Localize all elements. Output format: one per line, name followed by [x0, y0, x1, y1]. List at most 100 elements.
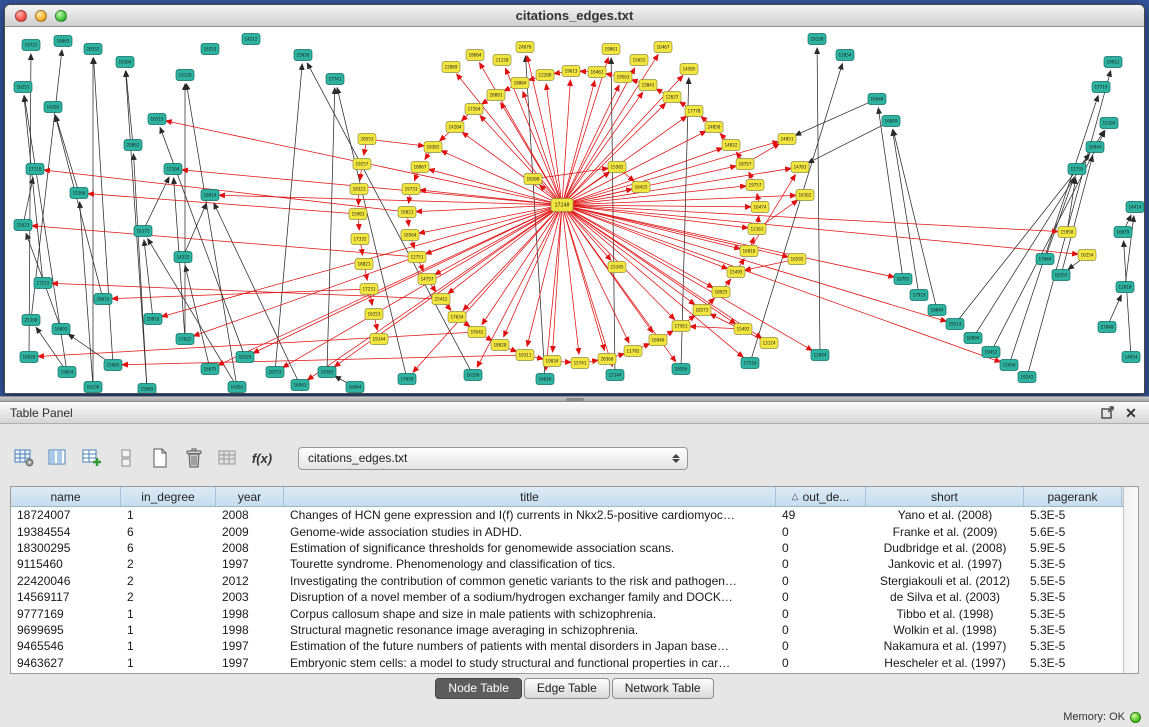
graph-node[interactable]: 25160 [22, 315, 40, 326]
graph-node[interactable]: 15652 [630, 55, 648, 66]
graph-node[interactable]: 18021 [355, 259, 373, 270]
graph-node[interactable]: 19725 [22, 40, 40, 51]
graph-node[interactable]: 17116 [26, 164, 44, 175]
graph-node[interactable]: 16849 [882, 116, 900, 127]
graph-node[interactable]: 19648 [868, 94, 886, 105]
column-header-pagerank[interactable]: pagerank [1024, 487, 1122, 506]
graph-node[interactable]: 18302 [424, 142, 442, 153]
tab-edge-table[interactable]: Edge Table [524, 678, 610, 699]
graph-node[interactable]: 19912 [1104, 57, 1122, 68]
table-row[interactable]: 977716911998Corpus callosum shape and si… [11, 605, 1123, 621]
graph-node[interactable]: 16014 [201, 190, 219, 201]
graph-node[interactable]: 17044 [1036, 254, 1054, 265]
graph-node[interactable]: 19034 [543, 356, 561, 367]
graph-node[interactable]: 21220 [493, 55, 511, 66]
table-row[interactable]: 1830029562008Estimation of significance … [11, 540, 1123, 556]
column-header-title[interactable]: title [284, 487, 776, 506]
graph-node[interactable]: 18920 [20, 352, 38, 363]
graph-node[interactable]: 18326 [236, 352, 254, 363]
graph-node[interactable]: 20360 [598, 354, 616, 365]
graph-node[interactable]: 14212 [242, 34, 260, 45]
graph-node[interactable]: 19816 [144, 314, 162, 325]
graph-node[interactable]: 18757 [736, 159, 754, 170]
graph-node[interactable]: 20062 [124, 140, 142, 151]
graph-node[interactable]: 11782 [624, 346, 642, 357]
graph-node[interactable]: 12751 [408, 252, 426, 263]
create-column-icon[interactable] [78, 445, 106, 471]
graph-node[interactable]: 17040 [1098, 322, 1116, 333]
graph-node[interactable]: 17919 [910, 290, 928, 301]
graph-node[interactable]: 16791 [894, 274, 912, 285]
graph-node[interactable]: 15582 [608, 162, 626, 173]
graph-node[interactable]: 15958 [1058, 227, 1076, 238]
graph-node[interactable]: 17264 [465, 104, 483, 115]
graph-node[interactable]: 19563 [614, 72, 632, 83]
graph-node[interactable]: 16865 [54, 36, 72, 47]
graph-node[interactable]: 14414 [1126, 202, 1144, 213]
table-row[interactable]: 2242004622012Investigating the contribut… [11, 573, 1123, 589]
graph-node[interactable]: 17778 [685, 106, 703, 117]
graph-node[interactable]: 17332 [351, 234, 369, 245]
graph-node[interactable]: 19514 [946, 319, 964, 330]
graph-node[interactable]: 18020 [491, 340, 509, 351]
graph-node[interactable]: 14954 [1122, 352, 1140, 363]
graph-node[interactable]: 12104 [164, 164, 182, 175]
graph-node[interactable]: 16254 [1078, 250, 1096, 261]
graph-node[interactable]: 16253 [365, 309, 383, 320]
graph-node[interactable]: 24851 [778, 134, 796, 145]
graph-node[interactable]: 12010 [1116, 282, 1134, 293]
graph-node[interactable]: 16156 [464, 370, 482, 381]
graph-node[interactable]: 16675 [201, 364, 219, 375]
network-canvas[interactable]: 1724018302189671973316021185641275114757… [5, 27, 1144, 393]
table-row[interactable]: 1872400712008Changes of HCN gene express… [11, 507, 1123, 523]
new-document-icon[interactable] [146, 445, 174, 471]
graph-node[interactable]: 16253 [201, 44, 219, 55]
graph-node[interactable]: 12637 [663, 92, 681, 103]
graph-node[interactable]: 16425 [632, 182, 650, 193]
graph-node[interactable]: 18273 [693, 305, 711, 316]
graph-node[interactable]: 17215 [34, 278, 52, 289]
graph-node[interactable]: 14505 [680, 64, 698, 75]
graph-node[interactable]: 12208 [536, 70, 554, 81]
graph-node[interactable]: 17240 [551, 199, 573, 212]
window-titlebar[interactable]: citations_edges.txt [5, 5, 1144, 27]
graph-node[interactable]: 16462 [588, 67, 606, 78]
graph-node[interactable]: 16021 [398, 207, 416, 218]
delete-icon[interactable] [180, 445, 208, 471]
graph-node[interactable]: 15623 [14, 220, 32, 231]
column-header-year[interactable]: year [216, 487, 284, 506]
graph-node[interactable]: 16035 [1114, 227, 1132, 238]
graph-node[interactable]: 19061 [602, 44, 620, 55]
graph-node[interactable]: 16944 [1086, 142, 1104, 153]
graph-node[interactable]: 15905 [138, 384, 156, 394]
network-graph[interactable]: 1724018302189671973316021185641275114757… [5, 27, 1144, 393]
graph-node[interactable]: 15054 [58, 367, 76, 378]
graph-node[interactable]: 12735 [1068, 164, 1086, 175]
graph-node[interactable]: 14261 [228, 382, 246, 393]
graph-node[interactable]: 19257 [353, 159, 371, 170]
zoom-window-button[interactable] [55, 10, 67, 22]
graph-node[interactable]: 16474 [751, 202, 769, 213]
graph-node[interactable]: 16592 [788, 254, 806, 265]
graph-node[interactable]: 20332 [84, 44, 102, 55]
graph-node[interactable]: 14757 [418, 274, 436, 285]
graph-node[interactable]: 22089 [442, 62, 460, 73]
graph-node[interactable]: 18004 [511, 78, 529, 89]
graph-node[interactable]: 19542 [468, 327, 486, 338]
graph-node[interactable]: 11054 [836, 50, 854, 61]
column-header-name[interactable]: name [11, 487, 121, 506]
graph-node[interactable]: 14332 [174, 252, 192, 263]
graph-node[interactable]: 13120 [176, 70, 194, 81]
graph-node[interactable]: 18130 [808, 34, 826, 45]
graph-node[interactable]: 24850 [705, 122, 723, 133]
graph-node[interactable]: 15144 [606, 370, 624, 381]
graph-node[interactable]: 16844 [346, 382, 364, 393]
graph-node[interactable]: 17561 [672, 321, 690, 332]
graph-node[interactable]: 20091 [487, 90, 505, 101]
graph-node[interactable]: 19452 [982, 347, 1000, 358]
graph-node[interactable]: 17622 [176, 334, 194, 345]
graph-node[interactable]: 17516 [741, 358, 759, 369]
graph-node[interactable]: 14832 [722, 140, 740, 151]
graph-node[interactable]: 19144 [370, 334, 388, 345]
graph-node[interactable]: 25412 [432, 294, 450, 305]
